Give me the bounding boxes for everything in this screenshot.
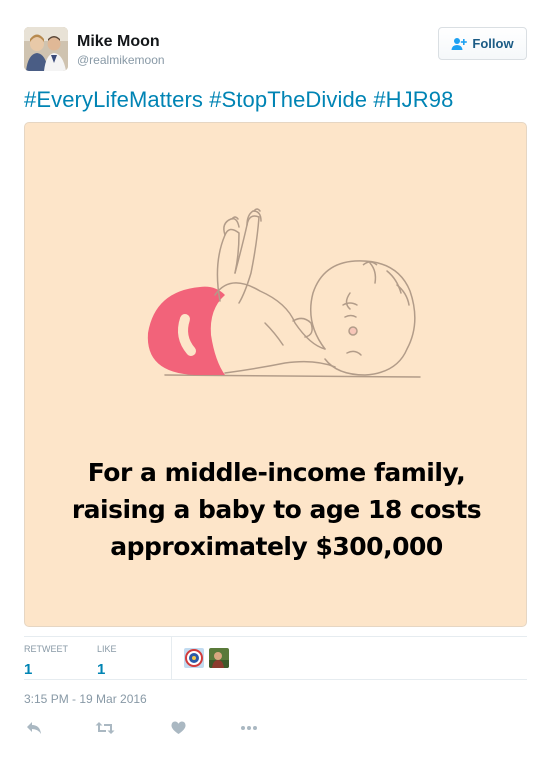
caption-line: raising a baby to age 18 costs (71, 495, 482, 524)
like-count: 1 (97, 661, 106, 678)
more-icon[interactable] (239, 718, 259, 738)
tweet-header: Mike Moon @realmikemoon Follow (24, 27, 527, 71)
stats-divider (171, 637, 172, 680)
retweet-stat[interactable]: RETWEET 1 (24, 643, 68, 679)
author-info[interactable]: Mike Moon @realmikemoon (77, 33, 165, 68)
caption-line: For a middle-income family, (87, 458, 466, 487)
heart-icon[interactable] (168, 718, 188, 738)
retweet-icon[interactable] (95, 718, 115, 738)
liker-avatar[interactable] (184, 648, 204, 668)
liker-avatar[interactable] (209, 648, 229, 668)
add-user-icon (451, 37, 468, 51)
follow-button[interactable]: Follow (438, 27, 527, 60)
tweet-timestamp[interactable]: 3:15 PM - 19 Mar 2016 (24, 692, 147, 706)
author-display-name[interactable]: Mike Moon (77, 33, 165, 51)
retweet-count: 1 (24, 661, 33, 678)
tweet-actions (24, 718, 284, 738)
author-handle[interactable]: @realmikemoon (77, 52, 165, 68)
retweet-label: RETWEET (24, 644, 68, 654)
tweet-stats: RETWEET 1 LIKE 1 (24, 636, 527, 680)
tweet-image[interactable]: For a middle-income family, raising a ba… (24, 122, 527, 627)
tweet-text[interactable]: #EveryLifeMatters #StopTheDivide #HJR98 (24, 86, 453, 114)
reply-icon[interactable] (24, 718, 44, 738)
caption-line: approximately $300,000 (110, 532, 443, 561)
follow-label: Follow (472, 36, 514, 51)
author-avatar[interactable] (24, 27, 68, 71)
image-caption: For a middle-income family, raising a ba… (25, 454, 526, 565)
like-label: LIKE (97, 644, 117, 654)
like-stat[interactable]: LIKE 1 (97, 643, 117, 679)
